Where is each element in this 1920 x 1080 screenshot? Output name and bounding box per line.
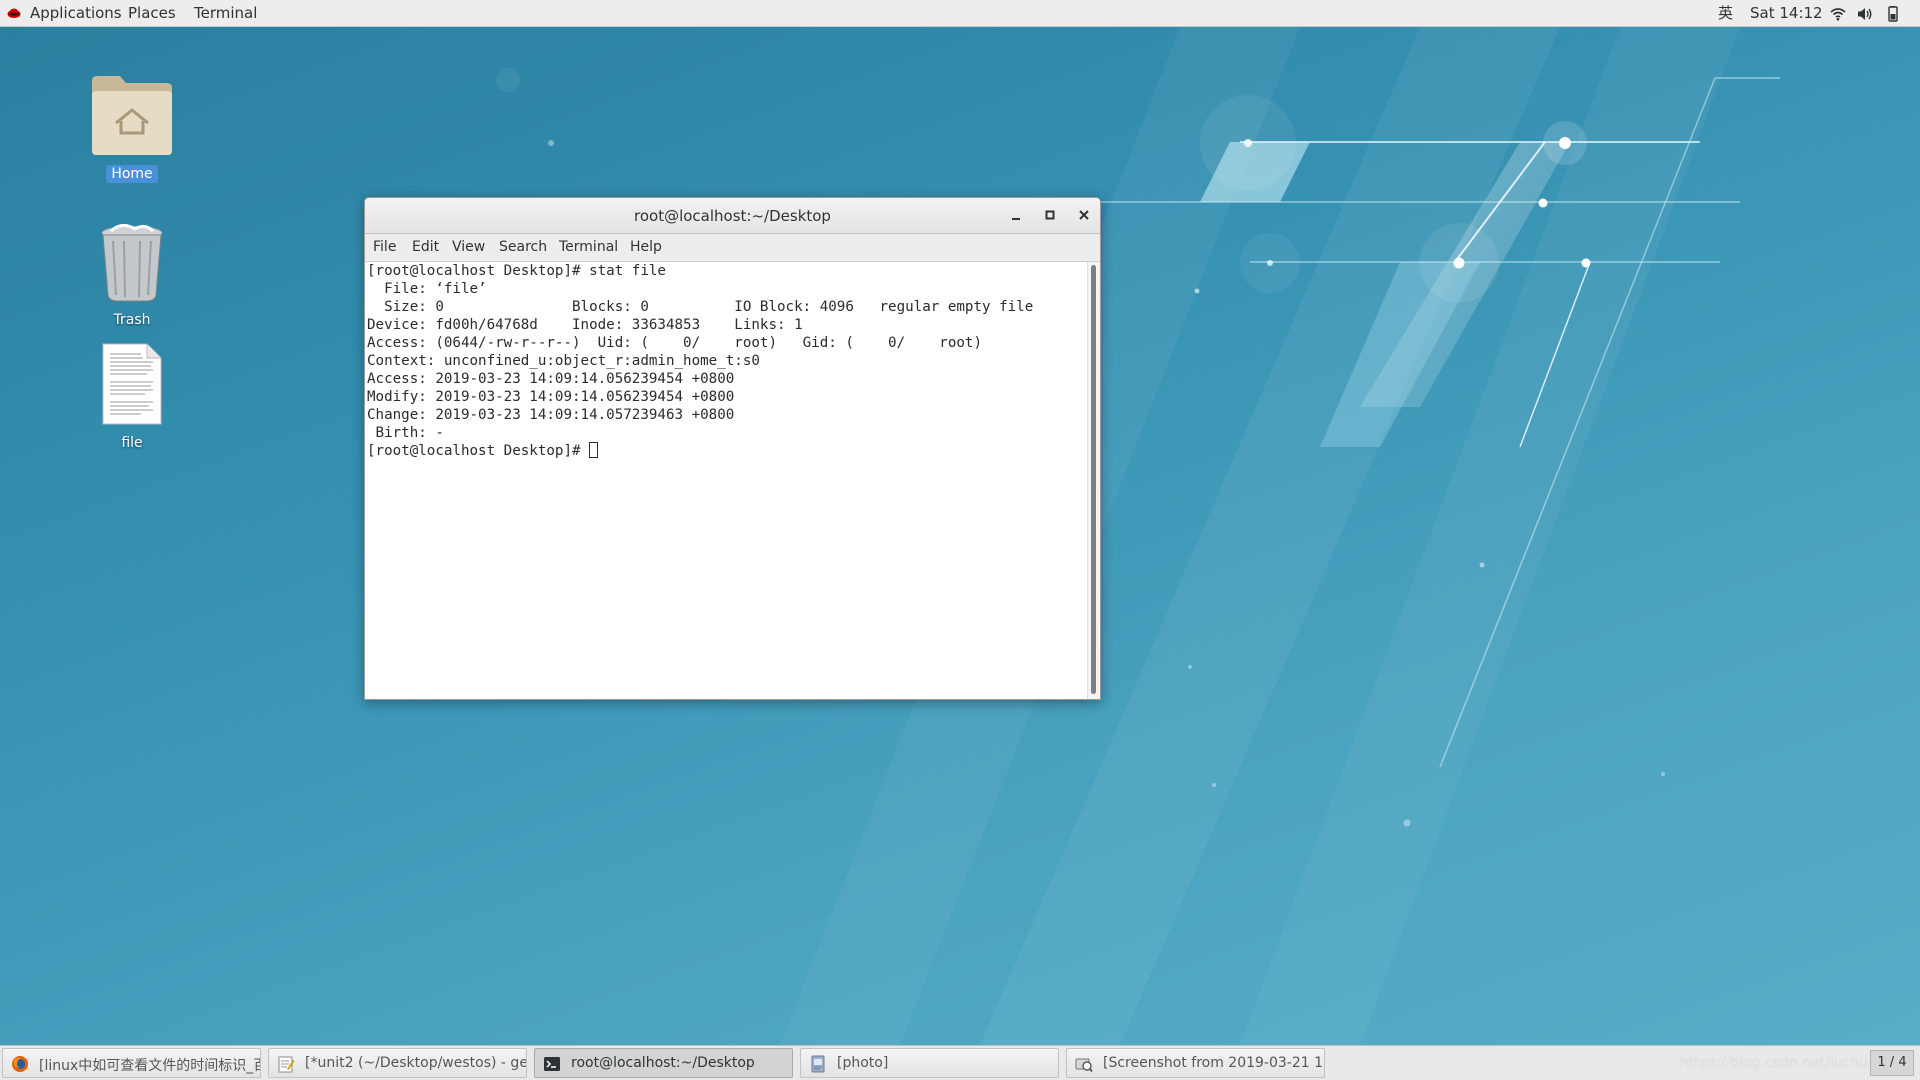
battery-icon[interactable] <box>1885 6 1901 22</box>
terminal-line: Access: 2019-03-23 14:09:14.056239454 +0… <box>367 371 735 387</box>
task-photo[interactable]: [photo] <box>800 1048 1059 1078</box>
task-label: [*unit2 (~/Desktop/westos) - gedit] <box>305 1055 527 1071</box>
terminal-prompt: [root@localhost Desktop]# <box>367 443 590 459</box>
terminal-output[interactable]: [root@localhost Desktop]# stat file File… <box>365 262 1085 699</box>
terminal-window[interactable]: root@localhost:~/Desktop File Edit View … <box>364 197 1101 700</box>
screenshot-icon <box>1075 1058 1093 1073</box>
redhat-logo-icon[interactable] <box>7 6 21 20</box>
close-button[interactable] <box>1074 206 1094 226</box>
menu-help[interactable]: Help <box>630 239 662 255</box>
task-label: [Screenshot from 2019-03-21 15-... <box>1103 1055 1324 1071</box>
bottom-taskbar: [linux中如可查看文件的时间标识_百... [*unit2 (~/Deskt… <box>0 1045 1920 1080</box>
image-viewer-icon <box>811 1055 825 1073</box>
terminal-line: Size: 0 Blocks: 0 IO Block: 4096 regular… <box>367 299 1034 315</box>
terminal-line: File: ‘file’ <box>367 281 487 297</box>
watermark-text: https://blog.csdn.net/luchuan... <box>1680 1055 1899 1071</box>
window-title: root@localhost:~/Desktop <box>634 207 831 225</box>
menu-view[interactable]: View <box>452 239 485 255</box>
task-label: [photo] <box>837 1055 889 1071</box>
task-terminal[interactable]: root@localhost:~/Desktop <box>534 1048 793 1078</box>
scrollbar-thumb[interactable] <box>1091 265 1096 694</box>
task-label: [linux中如可查看文件的时间标识_百... <box>39 1058 261 1074</box>
menu-edit[interactable]: Edit <box>412 239 439 255</box>
home-folder-icon <box>92 76 172 155</box>
clock[interactable]: Sat 14:12 <box>1750 3 1823 23</box>
terminal-app-menu[interactable]: Terminal <box>194 3 257 23</box>
minimize-button[interactable] <box>1006 206 1026 226</box>
terminal-line: Device: fd00h/64768d Inode: 33634853 Lin… <box>367 317 803 333</box>
desktop-icon-label: file <box>121 435 143 451</box>
window-menubar: File Edit View Search Terminal Help <box>365 234 1100 262</box>
window-titlebar[interactable]: root@localhost:~/Desktop <box>365 198 1100 234</box>
terminal-prompt-line[interactable]: [root@localhost Desktop]# <box>367 442 1085 460</box>
terminal-line: [root@localhost Desktop]# stat file <box>367 263 666 279</box>
desktop-icon-label: Home <box>106 165 158 183</box>
places-menu[interactable]: Places <box>128 3 176 23</box>
terminal-line: Birth: - <box>367 425 444 441</box>
input-method-indicator[interactable]: 英 <box>1718 3 1733 23</box>
desktop-icon-file[interactable]: file <box>77 342 187 452</box>
menu-file[interactable]: File <box>373 239 396 255</box>
task-label: root@localhost:~/Desktop <box>571 1055 755 1071</box>
applications-menu[interactable]: Applications <box>30 3 122 23</box>
task-gedit[interactable]: [*unit2 (~/Desktop/westos) - gedit] <box>268 1048 527 1078</box>
minimize-icon <box>1012 218 1020 220</box>
desktop-icon-home[interactable]: Home <box>77 71 187 183</box>
terminal-line: Access: (0644/-rw-r--r--) Uid: ( 0/ root… <box>367 335 982 351</box>
wifi-icon[interactable] <box>1830 6 1846 22</box>
terminal-line: Change: 2019-03-23 14:09:14.057239463 +0… <box>367 407 735 423</box>
task-firefox[interactable]: [linux中如可查看文件的时间标识_百... <box>2 1048 261 1078</box>
menu-terminal[interactable]: Terminal <box>559 239 618 255</box>
firefox-icon <box>12 1056 28 1072</box>
terminal-line: Modify: 2019-03-23 14:09:14.056239454 +0… <box>367 389 735 405</box>
workspace-switcher[interactable]: 1 / 4 <box>1870 1050 1914 1076</box>
gedit-icon <box>278 1056 295 1073</box>
menu-search[interactable]: Search <box>499 239 547 255</box>
maximize-button[interactable] <box>1040 206 1060 226</box>
top-panel: Applications Places Terminal 英 Sat 14:12 <box>0 0 1920 27</box>
volume-icon[interactable] <box>1857 6 1873 22</box>
terminal-line: Context: unconfined_u:object_r:admin_hom… <box>367 353 760 369</box>
task-screenshot[interactable]: [Screenshot from 2019-03-21 15-... <box>1066 1048 1325 1078</box>
desktop-icon-trash[interactable]: Trash <box>77 223 187 329</box>
close-icon <box>1079 210 1089 220</box>
text-file-icon <box>102 343 162 425</box>
terminal-cursor <box>589 442 599 458</box>
terminal-scrollbar[interactable] <box>1087 262 1100 699</box>
terminal-icon <box>544 1057 560 1071</box>
trash-icon <box>101 224 163 302</box>
maximize-icon <box>1045 210 1055 220</box>
desktop-icon-label: Trash <box>113 312 151 328</box>
